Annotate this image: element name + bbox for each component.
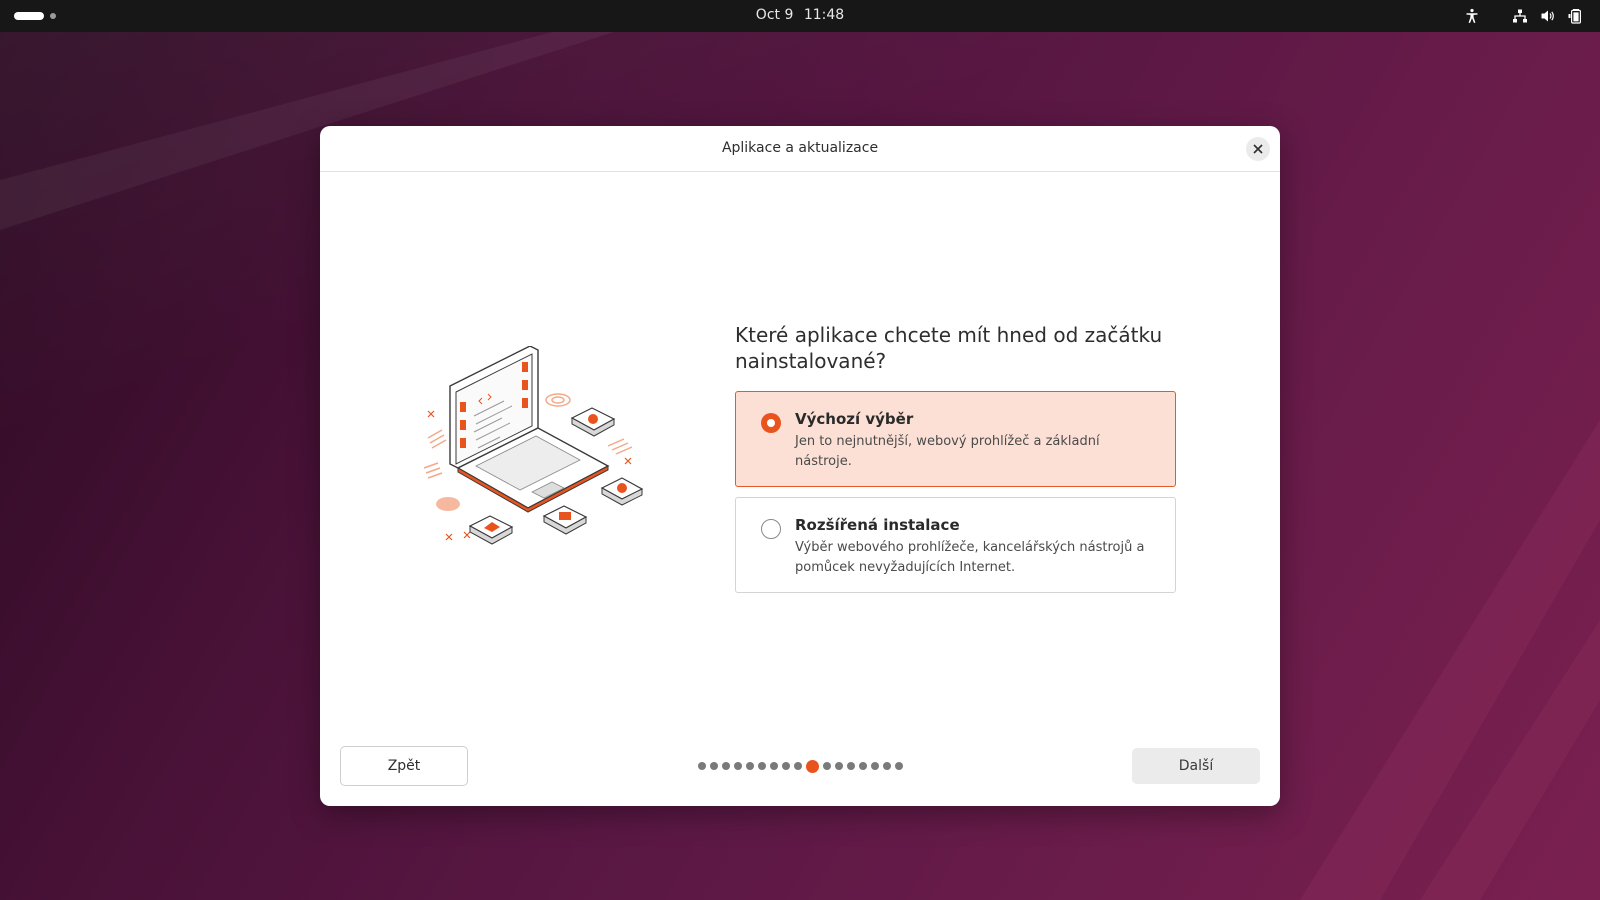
option-description: Jen to nejnutnější, webový prohlížeč a z…: [795, 434, 1100, 469]
progress-dot: [722, 762, 730, 770]
battery-icon[interactable]: [1566, 6, 1586, 26]
radio-extended-install[interactable]: [761, 519, 781, 539]
progress-dot: [710, 762, 718, 770]
progress-dot: [847, 762, 855, 770]
option-default-selection[interactable]: Výchozí výběr Jen to nejnutnější, webový…: [735, 391, 1176, 487]
progress-dot: [835, 762, 843, 770]
progress-dot: [746, 762, 754, 770]
progress-dot: [895, 762, 903, 770]
progress-dot: [698, 762, 706, 770]
option-extended-install[interactable]: Rozšířená instalace Výběr webového prohl…: [735, 497, 1176, 593]
laptop-apps-illustration: [423, 346, 644, 545]
clock-date: Oct 9: [755, 7, 794, 23]
next-button[interactable]: Další: [1132, 748, 1260, 784]
installer-dialog: Aplikace a aktualizace Které aplikace ch…: [320, 126, 1280, 806]
clock-time: 11:48: [803, 7, 845, 23]
network-icon[interactable]: [1510, 6, 1530, 26]
question-heading: Které aplikace chcete mít hned od začátk…: [735, 323, 1163, 373]
progress-dot: [859, 762, 867, 770]
progress-dot-current: [806, 759, 819, 773]
volume-icon[interactable]: [1538, 6, 1558, 26]
progress-dot: [871, 762, 879, 770]
step-progress-dots: [698, 759, 903, 773]
top-bar: Oct 9 11:48: [0, 0, 1600, 32]
progress-dot: [883, 762, 891, 770]
progress-dot: [758, 762, 766, 770]
option-description: Výběr webového prohlížeče, kancelářských…: [795, 540, 1145, 575]
radio-default-selection[interactable]: [761, 413, 781, 433]
dialog-title: Aplikace a aktualizace: [721, 140, 879, 156]
clock[interactable]: Oct 9 11:48: [0, 7, 1600, 23]
system-tray[interactable]: [1454, 6, 1586, 26]
option-title: Výchozí výběr: [795, 410, 914, 428]
close-icon: [1253, 144, 1263, 154]
progress-dot: [823, 762, 831, 770]
progress-dot: [782, 762, 790, 770]
accessibility-icon[interactable]: [1462, 6, 1482, 26]
progress-dot: [734, 762, 742, 770]
progress-dot: [794, 762, 802, 770]
dialog-header: Aplikace a aktualizace: [320, 126, 1280, 172]
progress-dot: [770, 762, 778, 770]
close-button[interactable]: [1246, 137, 1270, 161]
option-title: Rozšířená instalace: [795, 516, 960, 534]
back-button[interactable]: Zpět: [340, 746, 468, 786]
